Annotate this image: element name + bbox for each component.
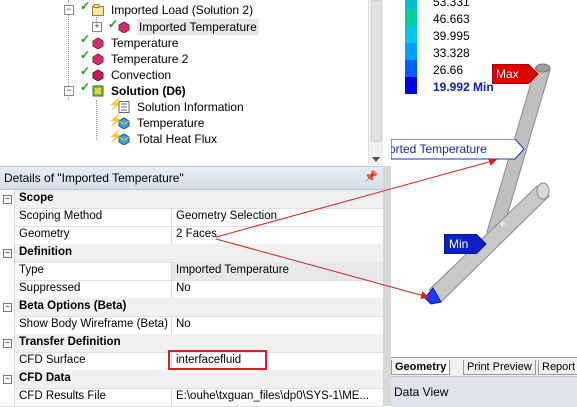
row-show-body-wireframe[interactable]: Show Body Wireframe (Beta) No	[0, 316, 383, 335]
row-scoping-method[interactable]: Scoping Method Geometry Selection	[0, 208, 383, 227]
outline-tree: − ✓ Imported Load (Solution 2) + ✓ Impor…	[0, 0, 368, 165]
imported-temperature-callout: orted Temperature	[391, 139, 525, 160]
tree-item-temperature-result[interactable]: ⚡ Temperature	[0, 113, 368, 131]
data-view-panel: Data View	[391, 376, 577, 407]
collapse-icon[interactable]: −	[3, 195, 12, 204]
section-scope[interactable]: − Scope	[0, 190, 383, 209]
tree-item-temperature[interactable]: ✓ Temperature	[0, 32, 368, 51]
row-geometry[interactable]: Geometry 2 Faces	[0, 226, 383, 245]
graphics-viewport[interactable]: 53.331 46.663 39.995 33.328 26.66 19.992…	[391, 0, 577, 357]
collapse-icon[interactable]: −	[3, 375, 12, 384]
check-icon: ✓	[80, 80, 91, 94]
check-icon: ✓	[108, 17, 119, 31]
expand-icon[interactable]: +	[92, 22, 102, 32]
tab-print-preview[interactable]: Print Preview	[463, 360, 536, 375]
collapse-icon[interactable]: −	[64, 5, 74, 15]
heat-flux-result-icon	[118, 133, 130, 145]
tree-item-imported-load[interactable]: − ✓ Imported Load (Solution 2)	[0, 0, 368, 18]
tree-item-temperature-2[interactable]: ✓ Temperature 2	[0, 48, 368, 67]
check-icon: ✓	[80, 0, 91, 13]
collapse-icon[interactable]: −	[3, 339, 12, 348]
viewport-tabs: Geometry Print Preview Report	[391, 357, 577, 376]
collapse-icon[interactable]: −	[64, 86, 74, 96]
tree-item-total-heat-flux[interactable]: ⚡ Total Heat Flux	[0, 129, 368, 147]
solution-icon	[92, 85, 104, 97]
collapse-icon[interactable]: −	[3, 249, 12, 258]
collapse-icon[interactable]: −	[3, 303, 12, 312]
pin-icon[interactable]: 📌	[364, 170, 378, 183]
section-definition[interactable]: − Definition	[0, 244, 383, 263]
cfd-surface-highlight	[168, 350, 267, 370]
imported-load-icon	[92, 4, 104, 16]
convection-load-icon	[92, 69, 104, 81]
scrollbar-thumb[interactable]	[371, 0, 382, 142]
tree-item-solution-information[interactable]: ⚡ Solution Information	[0, 97, 368, 115]
row-cfd-results-file[interactable]: CFD Results File E:\ouhe\txguan_files\dp…	[0, 388, 383, 407]
check-icon: ✓	[80, 48, 91, 62]
section-beta-options[interactable]: − Beta Options (Beta)	[0, 298, 383, 317]
temperature-load-icon	[118, 21, 130, 33]
max-label: Max	[492, 64, 539, 84]
row-type[interactable]: Type Imported Temperature	[0, 262, 383, 281]
tree-item-solution[interactable]: − ✓ Solution (D6)	[0, 80, 368, 99]
min-label: Min	[444, 234, 487, 254]
check-icon: ✓	[80, 32, 91, 46]
details-scrollbar[interactable]	[383, 166, 391, 406]
svg-text:+: +	[499, 217, 506, 231]
scroll-down-icon[interactable]	[372, 157, 380, 162]
tree-item-convection[interactable]: ✓ Convection	[0, 64, 368, 83]
tree-scrollbar[interactable]	[368, 0, 383, 165]
tab-report[interactable]: Report	[538, 360, 577, 375]
details-grid: − Scope Scoping Method Geometry Selectio…	[0, 190, 384, 407]
tree-item-imported-temperature[interactable]: + ✓ Imported Temperature	[0, 17, 368, 35]
check-icon: ✓	[80, 64, 91, 78]
pipe-geometry: +	[424, 63, 551, 305]
data-view-title: Data View	[394, 385, 449, 399]
details-panel-header: Details of "Imported Temperature" 📌	[0, 166, 384, 190]
section-cfd-data[interactable]: − CFD Data	[0, 370, 383, 389]
temperature-load-icon	[92, 37, 104, 49]
row-suppressed[interactable]: Suppressed No	[0, 280, 383, 299]
temperature-load-icon	[92, 53, 104, 65]
tab-geometry[interactable]: Geometry	[391, 360, 451, 375]
details-title: Details of "Imported Temperature"	[4, 171, 184, 185]
